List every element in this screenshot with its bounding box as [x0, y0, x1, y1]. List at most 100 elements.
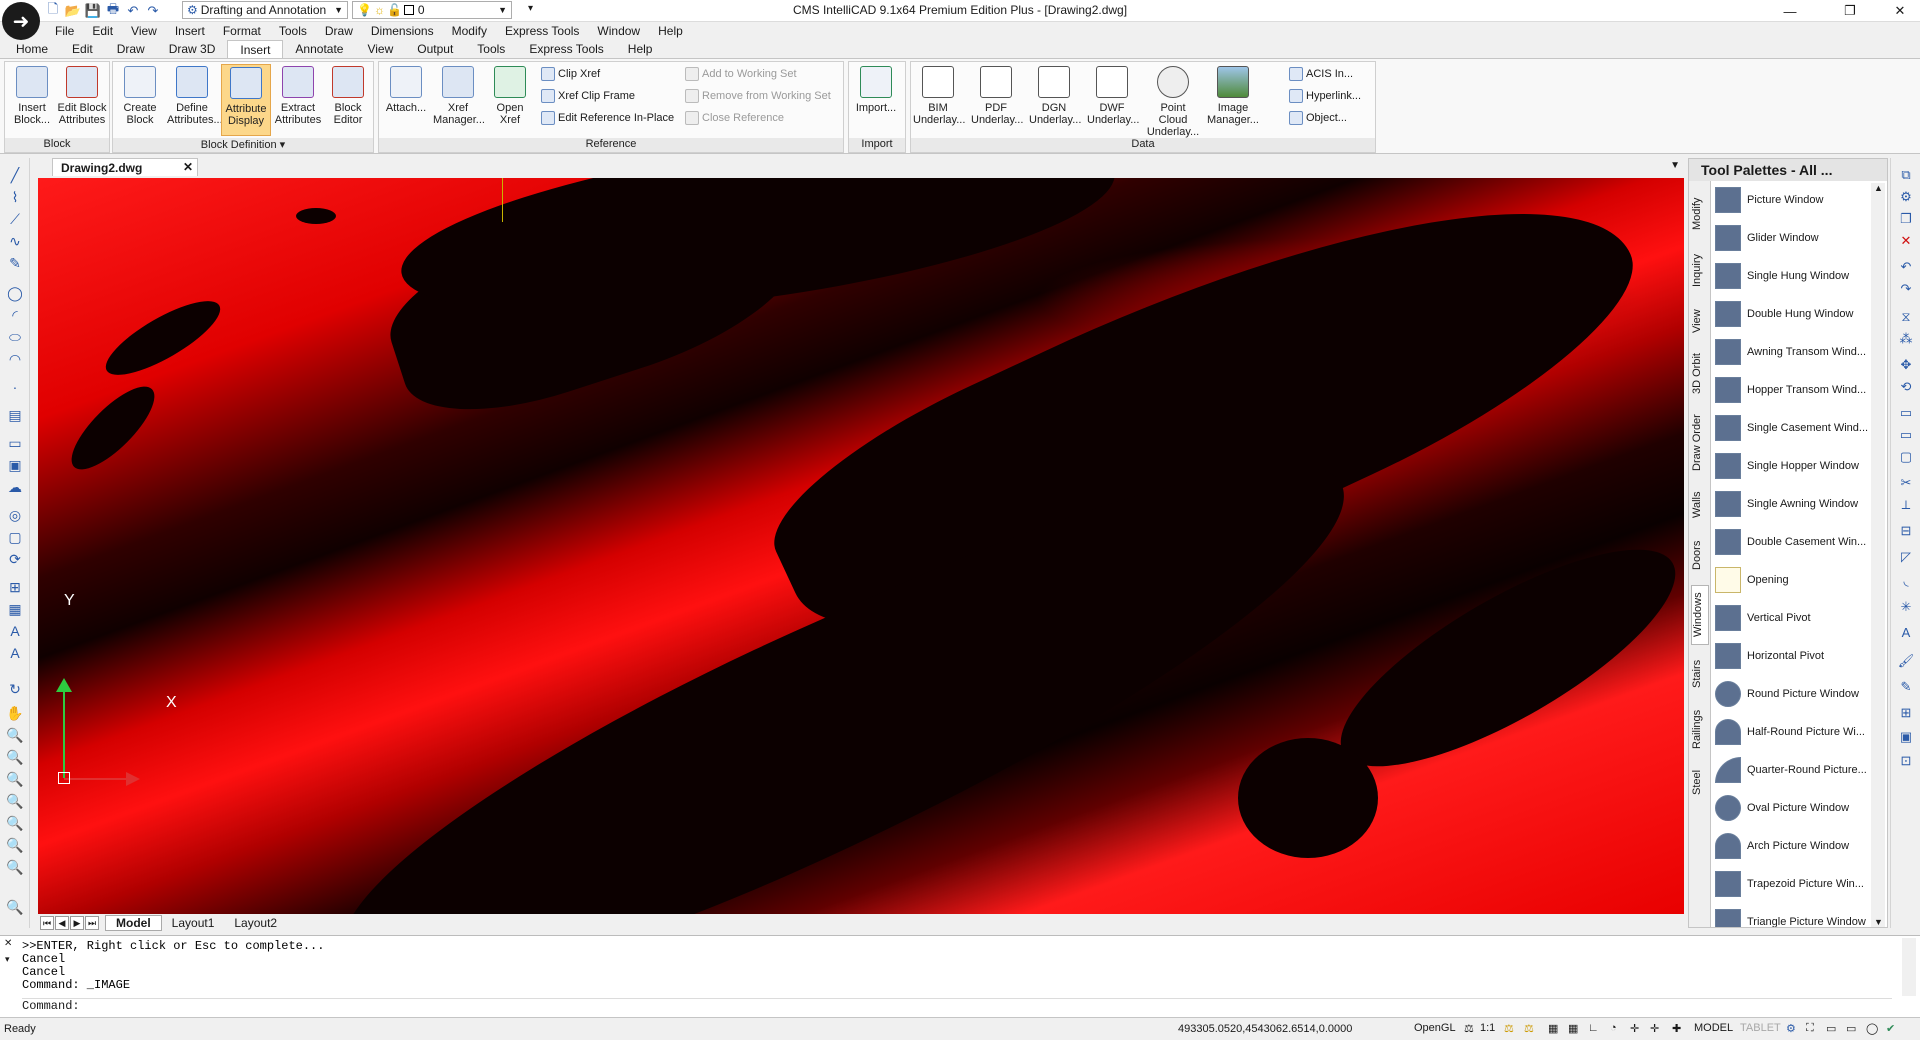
stretch-icon[interactable]: ▭ — [1897, 426, 1915, 444]
zoom-dynamic-icon[interactable]: 🔍 — [6, 792, 24, 810]
app-logo-icon[interactable]: ➜ — [2, 2, 40, 40]
sketch-icon[interactable]: ✎ — [6, 254, 24, 272]
palette-title[interactable]: Tool Palettes - All ... — [1689, 159, 1887, 181]
tab-tools[interactable]: Tools — [465, 40, 517, 58]
arc-icon[interactable]: ◜ — [6, 306, 24, 324]
polyline-icon[interactable]: ⌇ — [6, 188, 24, 206]
menu-dimensions[interactable]: Dimensions — [362, 24, 443, 38]
zoom-window-icon[interactable]: 🔍 — [6, 748, 24, 766]
menu-insert[interactable]: Insert — [166, 24, 214, 38]
palette-item-single-casement[interactable]: Single Casement Wind... — [1715, 413, 1871, 443]
join-icon[interactable]: ⊞ — [1897, 704, 1915, 722]
xref-manager-button[interactable]: Xref Manager... — [433, 64, 485, 136]
zoom-all-icon[interactable]: 🔍 — [6, 858, 24, 876]
undo-icon[interactable]: ↶ — [1897, 258, 1915, 276]
tab-layout2[interactable]: Layout2 — [224, 916, 287, 930]
tab-annotate[interactable]: Annotate — [283, 40, 355, 58]
lengthen-icon[interactable]: ▢ — [1897, 448, 1915, 466]
menu-express-tools[interactable]: Express Tools — [496, 24, 588, 38]
image-manager-button[interactable]: Image Manager... — [1205, 64, 1261, 136]
menu-view[interactable]: View — [122, 24, 166, 38]
explode-icon[interactable]: ✳ — [1897, 598, 1915, 616]
tablet-toggle[interactable]: TABLET — [1740, 1022, 1781, 1034]
palette-item-trapezoid-picture[interactable]: Trapezoid Picture Win... — [1715, 869, 1871, 899]
command-input[interactable]: Command: — [22, 998, 1892, 1013]
annotation-visibility-icon[interactable]: ⚖ — [1504, 1022, 1514, 1035]
dgn-underlay-button[interactable]: DGN Underlay... — [1029, 64, 1081, 136]
coordinate-readout[interactable]: 493305.0520,4543062.6514,0.0000 — [1178, 1023, 1352, 1035]
zoom-extents-icon[interactable]: 🔍 — [6, 898, 24, 916]
close-button[interactable]: ✕ — [1880, 0, 1920, 22]
ellipse-icon[interactable]: ⬭ — [6, 328, 24, 346]
palette-tab-modify[interactable]: Modify — [1691, 191, 1709, 237]
duplicate-icon[interactable]: ❐ — [1897, 210, 1915, 228]
group-title-block-definition[interactable]: Block Definition ▾ — [113, 138, 373, 152]
palette-item-single-awning[interactable]: Single Awning Window — [1715, 489, 1871, 519]
import-button[interactable]: Import... — [851, 64, 901, 136]
chamfer-icon[interactable]: ◸ — [1897, 548, 1915, 566]
annotation-scale[interactable]: 1:1 — [1480, 1022, 1495, 1034]
drawing-canvas[interactable] — [38, 178, 1684, 914]
trim-icon[interactable]: ✂ — [1897, 474, 1915, 492]
close-reference-button[interactable]: Close Reference — [685, 108, 784, 128]
ellipse-arc-icon[interactable]: ◠ — [6, 350, 24, 368]
tab-edit[interactable]: Edit — [60, 40, 105, 58]
palette-tab-windows[interactable]: Windows — [1691, 585, 1709, 645]
fullscreen-icon[interactable]: ⛶ — [1806, 1022, 1814, 1035]
doc-list-chevron-icon[interactable]: ▼ — [1670, 160, 1680, 171]
auto-scale-icon[interactable]: ⚖ — [1524, 1022, 1534, 1035]
options-chevron-icon[interactable]: ▾ — [5, 954, 10, 965]
palette-tab-view[interactable]: View — [1691, 303, 1709, 339]
tab-home[interactable]: Home — [4, 40, 60, 58]
mtext-icon[interactable]: A — [6, 622, 24, 640]
document-tab[interactable]: Drawing2.dwg ✕ — [52, 158, 198, 176]
menu-draw[interactable]: Draw — [316, 24, 362, 38]
move-icon[interactable]: ✥ — [1897, 356, 1915, 374]
palette-item-quarter-round-picture[interactable]: Quarter-Round Picture... — [1715, 755, 1871, 785]
palette-item-round-picture[interactable]: Round Picture Window — [1715, 679, 1871, 709]
zoom-previous-icon[interactable]: 🔍 — [6, 770, 24, 788]
lineweight-icon[interactable]: ✚ — [1672, 1022, 1681, 1035]
match-properties-icon[interactable]: 🖌 — [1897, 652, 1915, 670]
settings-icon[interactable]: ⚙ — [1786, 1022, 1796, 1035]
tab-draw-3d[interactable]: Draw 3D — [157, 40, 228, 58]
minimize-button[interactable]: — — [1770, 0, 1810, 22]
revision-cloud-icon[interactable]: ☁ — [6, 478, 24, 496]
tab-help[interactable]: Help — [616, 40, 665, 58]
break-icon[interactable]: ⊟ — [1897, 522, 1915, 540]
object-button[interactable]: Object... — [1289, 108, 1347, 128]
hardware-accel-icon[interactable]: ▭ — [1826, 1022, 1836, 1035]
close-icon[interactable]: ✕ — [183, 160, 193, 174]
palette-tab-doors[interactable]: Doors — [1691, 533, 1709, 577]
palette-item-single-hung-window[interactable]: Single Hung Window — [1715, 261, 1871, 291]
palette-item-hopper-transom[interactable]: Hopper Transom Wind... — [1715, 375, 1871, 405]
zoom-in-icon[interactable]: 🔍 — [6, 814, 24, 832]
group-icon[interactable]: ▣ — [1897, 728, 1915, 746]
ortho-icon[interactable]: ∟ — [1588, 1022, 1599, 1034]
add-working-set-button[interactable]: Add to Working Set — [685, 64, 797, 84]
dwf-underlay-button[interactable]: DWF Underlay... — [1087, 64, 1139, 136]
zoom-out-icon[interactable]: 🔍 — [6, 836, 24, 854]
tab-insert[interactable]: Insert — [227, 40, 284, 58]
annotation-scale-icon[interactable]: ⚖ — [1464, 1022, 1474, 1035]
palette-item-double-hung-window[interactable]: Double Hung Window — [1715, 299, 1871, 329]
edit-block-attributes-button[interactable]: Edit Block Attributes — [57, 64, 107, 136]
attach-button[interactable]: Attach... — [381, 64, 431, 136]
otrack-icon[interactable]: ✛ — [1650, 1022, 1659, 1035]
wipeout-icon[interactable]: ▢ — [6, 528, 24, 546]
menu-modify[interactable]: Modify — [443, 24, 496, 38]
menu-file[interactable]: File — [46, 24, 83, 38]
menu-edit[interactable]: Edit — [83, 24, 122, 38]
palette-item-glider-window[interactable]: Glider Window — [1715, 223, 1871, 253]
scroll-down-icon[interactable]: ▼ — [1874, 917, 1883, 927]
palette-item-vertical-pivot[interactable]: Vertical Pivot — [1715, 603, 1871, 633]
line-icon[interactable]: ╱ — [6, 166, 24, 184]
fillet-icon[interactable]: ◟ — [1897, 572, 1915, 590]
isolate-objects-icon[interactable]: ▭ — [1846, 1022, 1856, 1035]
palette-tab-railings[interactable]: Railings — [1691, 703, 1709, 755]
block-editor-button[interactable]: Block Editor — [323, 64, 373, 136]
acis-in-button[interactable]: ACIS In... — [1289, 64, 1353, 84]
rectangle-icon[interactable]: ▭ — [6, 434, 24, 452]
palette-item-half-round-picture[interactable]: Half-Round Picture Wi... — [1715, 717, 1871, 747]
palette-tab-stairs[interactable]: Stairs — [1691, 653, 1709, 695]
